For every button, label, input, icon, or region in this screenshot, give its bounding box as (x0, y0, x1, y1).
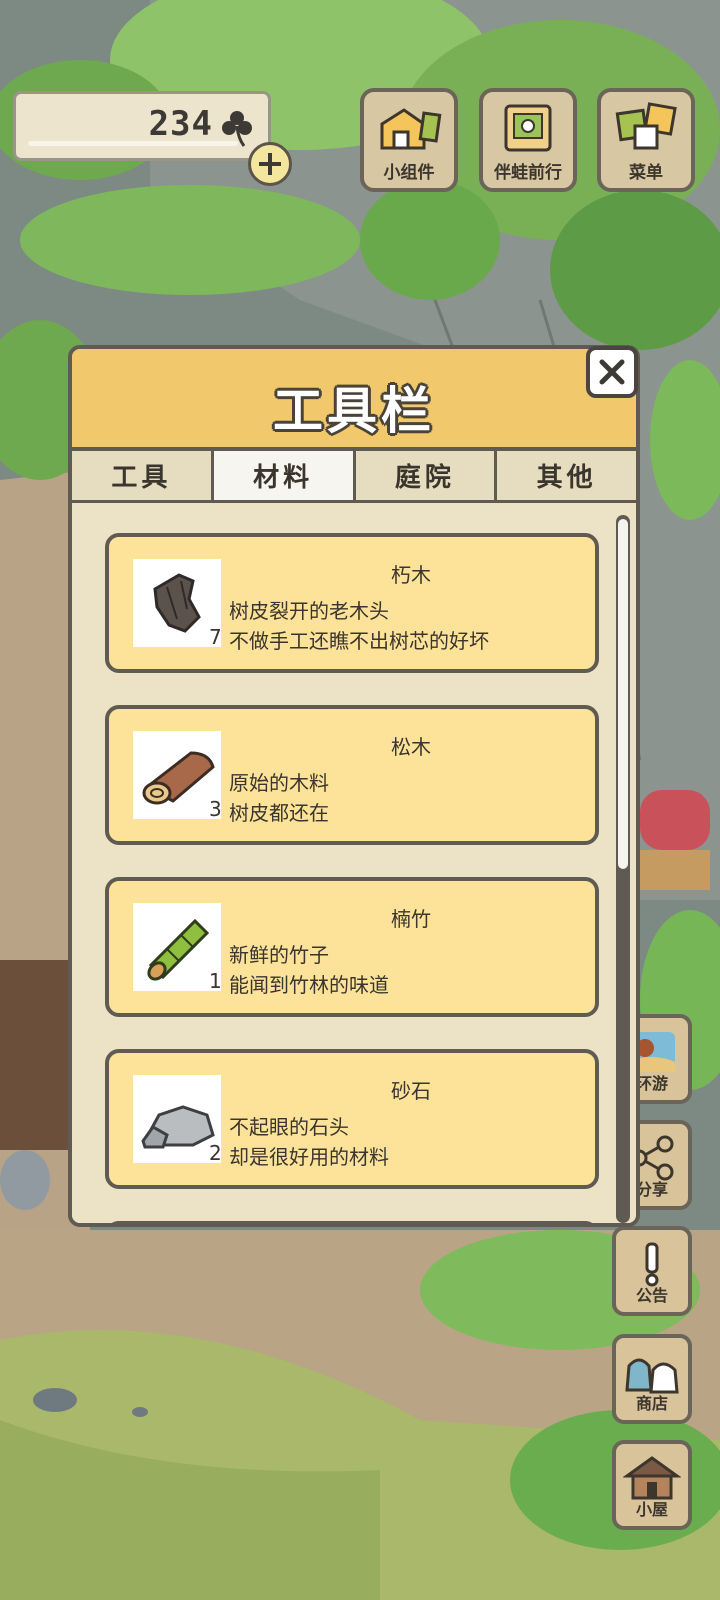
clover-count: 234 (148, 104, 213, 144)
item-name: 朽木 (391, 563, 431, 587)
clover-counter: 234 (13, 91, 271, 161)
tab-bar: 工具 材料 庭院 其他 (72, 451, 636, 503)
item-description: 树皮都还在 (229, 801, 329, 825)
tab-materials[interactable]: 材料 (213, 451, 356, 503)
item-description: 却是很好用的材料 (229, 1145, 389, 1169)
house-icon (623, 1456, 681, 1500)
notice-button[interactable]: 公告 (612, 1226, 692, 1316)
close-button[interactable] (586, 346, 638, 398)
item-quantity: 1 (209, 969, 222, 993)
shop-button[interactable]: 商店 (612, 1334, 692, 1424)
widget-icon (380, 108, 442, 150)
item-description: 不做手工还瞧不出树芯的好坏 (229, 629, 489, 653)
shop-icon (625, 1358, 679, 1394)
item-description: 新鲜的竹子 (229, 943, 329, 967)
list-item[interactable]: 1 楠竹 新鲜的竹子 能闻到竹林的味道 (105, 877, 599, 1017)
materials-list[interactable]: 7 朽木 树皮裂开的老木头 不做手工还瞧不出树芯的好坏 3 松木 原始的木料 树… (72, 505, 636, 1223)
toolbar-panel: 工具栏 工具 材料 庭院 其他 7 朽木 树皮裂开的老木头 不做手工还瞧不出树芯… (68, 345, 640, 1227)
item-quantity: 3 (209, 797, 222, 821)
notice-icon (645, 1242, 659, 1287)
menu-button-label: 菜单 (629, 163, 663, 183)
item-description: 能闻到竹林的味道 (229, 973, 389, 997)
clover-progress-bar (28, 141, 238, 146)
house-button[interactable]: 小屋 (612, 1440, 692, 1530)
item-description: 原始的木料 (229, 771, 329, 795)
tab-others[interactable]: 其他 (497, 451, 636, 503)
add-clover-button[interactable] (248, 142, 292, 186)
widget-button-label: 小组件 (383, 163, 435, 183)
close-icon (599, 359, 625, 385)
item-name: 楠竹 (391, 907, 431, 931)
panel-header: 工具栏 (72, 349, 636, 451)
item-quantity: 2 (209, 1141, 222, 1165)
list-item-partial[interactable] (105, 1221, 599, 1223)
widget-button[interactable]: 小组件 (360, 88, 458, 192)
scrollbar-thumb[interactable] (618, 519, 628, 869)
plus-icon (259, 153, 281, 175)
item-name: 松木 (391, 735, 431, 759)
companion-button[interactable]: 伴蛙前行 (479, 88, 577, 192)
menu-icon (615, 102, 677, 150)
tab-yard[interactable]: 庭院 (355, 451, 498, 503)
tab-tools[interactable]: 工具 (72, 451, 214, 503)
item-description: 不起眼的石头 (229, 1115, 349, 1139)
list-item[interactable]: 3 松木 原始的木料 树皮都还在 (105, 705, 599, 845)
panel-title: 工具栏 (273, 382, 435, 440)
item-description: 树皮裂开的老木头 (229, 599, 389, 623)
companion-icon (504, 104, 552, 152)
menu-button[interactable]: 菜单 (597, 88, 695, 192)
companion-button-label: 伴蛙前行 (494, 163, 562, 183)
scrollbar[interactable] (616, 515, 630, 1223)
list-item[interactable]: 7 朽木 树皮裂开的老木头 不做手工还瞧不出树芯的好坏 (105, 533, 599, 673)
list-item[interactable]: 2 砂石 不起眼的石头 却是很好用的材料 (105, 1049, 599, 1189)
item-quantity: 7 (209, 625, 222, 649)
item-name: 砂石 (391, 1079, 431, 1103)
